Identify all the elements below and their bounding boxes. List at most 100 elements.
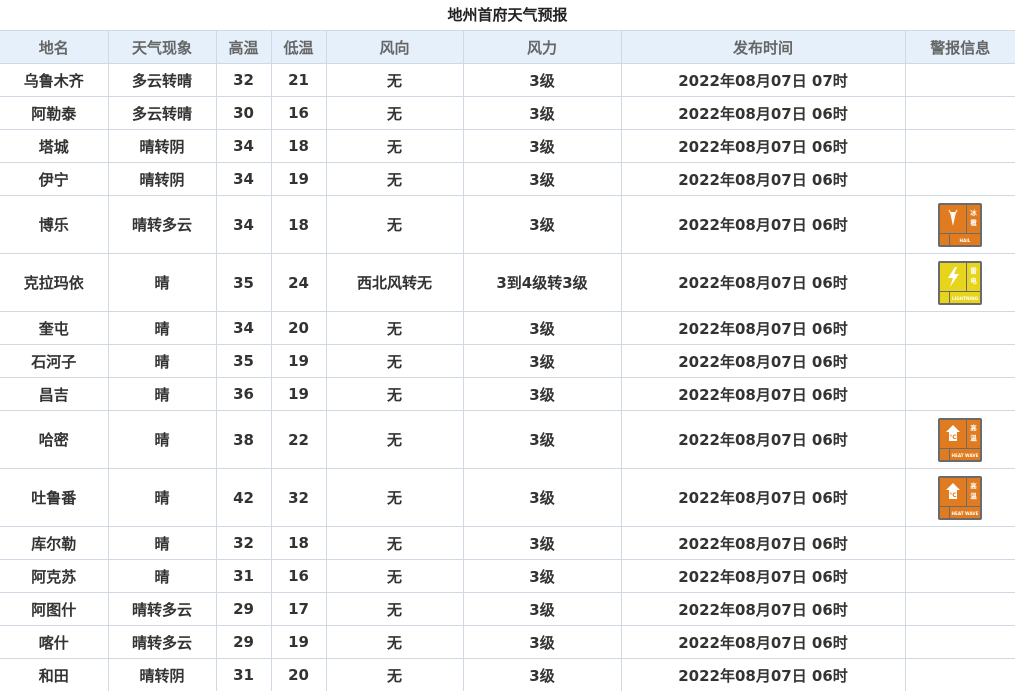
cell-alert (905, 659, 1015, 691)
cell-wind-force: 3级 (463, 411, 621, 469)
cell-wind-direction: 无 (326, 527, 463, 560)
cell-place: 奎屯 (0, 312, 108, 345)
heat-warning-icon[interactable]: °C高温HEAT WAVE (938, 418, 982, 462)
cell-alert: °C高温HEAT WAVE (905, 411, 1015, 469)
cell-alert (905, 626, 1015, 659)
table-row: 吐鲁番晴4232无3级2022年08月07日 06时°C高温HEAT WAVE (0, 469, 1015, 527)
cell-weather: 多云转晴 (108, 64, 216, 97)
cell-weather: 晴转多云 (108, 593, 216, 626)
cell-place: 哈密 (0, 411, 108, 469)
table-row: 石河子晴3519无3级2022年08月07日 06时 (0, 345, 1015, 378)
hail-warning-icon[interactable]: 冰雹HAIL (938, 203, 982, 247)
table-row: 阿克苏晴3116无3级2022年08月07日 06时 (0, 560, 1015, 593)
cell-weather: 晴 (108, 411, 216, 469)
cell-weather: 晴 (108, 345, 216, 378)
cell-publish-time: 2022年08月07日 06时 (621, 593, 905, 626)
column-header-alert: 警报信息 (905, 31, 1015, 64)
svg-text:雹: 雹 (971, 218, 978, 227)
cell-high-temp: 30 (216, 97, 271, 130)
table-row: 克拉玛依晴3524西北风转无3到4级转3级2022年08月07日 06时雷电LI… (0, 254, 1015, 312)
cell-low-temp: 20 (271, 312, 326, 345)
cell-place: 昌吉 (0, 378, 108, 411)
cell-high-temp: 34 (216, 163, 271, 196)
cell-place: 阿勒泰 (0, 97, 108, 130)
cell-low-temp: 18 (271, 527, 326, 560)
cell-high-temp: 32 (216, 64, 271, 97)
cell-weather: 晴 (108, 527, 216, 560)
table-row: 伊宁晴转阴3419无3级2022年08月07日 06时 (0, 163, 1015, 196)
table-row: 阿图什晴转多云2917无3级2022年08月07日 06时 (0, 593, 1015, 626)
cell-wind-direction: 无 (326, 345, 463, 378)
cell-publish-time: 2022年08月07日 07时 (621, 64, 905, 97)
cell-place: 喀什 (0, 626, 108, 659)
cell-weather: 多云转晴 (108, 97, 216, 130)
cell-alert: 冰雹HAIL (905, 196, 1015, 254)
svg-text:电: 电 (971, 276, 978, 285)
svg-text:温: 温 (971, 433, 978, 442)
forecast-table: 地名 天气现象 高温 低温 风向 风力 发布时间 警报信息 乌鲁木齐多云转晴32… (0, 30, 1015, 691)
cell-weather: 晴 (108, 560, 216, 593)
cell-publish-time: 2022年08月07日 06时 (621, 130, 905, 163)
cell-weather: 晴 (108, 469, 216, 527)
cell-weather: 晴转阴 (108, 130, 216, 163)
cell-wind-force: 3级 (463, 560, 621, 593)
cell-wind-direction: 无 (326, 130, 463, 163)
cell-high-temp: 42 (216, 469, 271, 527)
cell-alert (905, 64, 1015, 97)
cell-wind-direction: 西北风转无 (326, 254, 463, 312)
cell-wind-force: 3级 (463, 163, 621, 196)
cell-low-temp: 32 (271, 469, 326, 527)
cell-alert: 雷电LIGHTNING (905, 254, 1015, 312)
cell-wind-force: 3级 (463, 593, 621, 626)
cell-high-temp: 34 (216, 196, 271, 254)
cell-place: 伊宁 (0, 163, 108, 196)
thunder-warning-icon[interactable]: 雷电LIGHTNING (938, 261, 982, 305)
cell-publish-time: 2022年08月07日 06时 (621, 196, 905, 254)
cell-low-temp: 18 (271, 196, 326, 254)
cell-low-temp: 19 (271, 345, 326, 378)
alert-label-bottom: HAIL (960, 238, 971, 243)
table-row: 阿勒泰多云转晴3016无3级2022年08月07日 06时 (0, 97, 1015, 130)
table-row: 和田晴转阴3120无3级2022年08月07日 06时 (0, 659, 1015, 691)
cell-place: 吐鲁番 (0, 469, 108, 527)
cell-publish-time: 2022年08月07日 06时 (621, 254, 905, 312)
cell-wind-force: 3级 (463, 659, 621, 691)
cell-high-temp: 32 (216, 527, 271, 560)
cell-place: 博乐 (0, 196, 108, 254)
cell-wind-direction: 无 (326, 659, 463, 691)
cell-alert (905, 560, 1015, 593)
cell-low-temp: 19 (271, 163, 326, 196)
cell-wind-direction: 无 (326, 312, 463, 345)
cell-wind-force: 3级 (463, 97, 621, 130)
cell-wind-force: 3级 (463, 64, 621, 97)
cell-alert (905, 312, 1015, 345)
cell-weather: 晴 (108, 312, 216, 345)
cell-low-temp: 21 (271, 64, 326, 97)
cell-alert (905, 527, 1015, 560)
cell-low-temp: 16 (271, 97, 326, 130)
thunder-warning-icon-graphic: 雷电LIGHTNING (938, 261, 982, 305)
column-header-low: 低温 (271, 31, 326, 64)
cell-publish-time: 2022年08月07日 06时 (621, 527, 905, 560)
table-row: 乌鲁木齐多云转晴3221无3级2022年08月07日 07时 (0, 64, 1015, 97)
table-row: 哈密晴3822无3级2022年08月07日 06时°C高温HEAT WAVE (0, 411, 1015, 469)
cell-wind-direction: 无 (326, 469, 463, 527)
cell-weather: 晴 (108, 378, 216, 411)
cell-place: 乌鲁木齐 (0, 64, 108, 97)
cell-wind-direction: 无 (326, 97, 463, 130)
cell-low-temp: 19 (271, 378, 326, 411)
table-row: 博乐晴转多云3418无3级2022年08月07日 06时冰雹HAIL (0, 196, 1015, 254)
cell-wind-force: 3级 (463, 196, 621, 254)
cell-alert: °C高温HEAT WAVE (905, 469, 1015, 527)
heat-warning-icon[interactable]: °C高温HEAT WAVE (938, 476, 982, 520)
svg-text:°C: °C (950, 434, 958, 441)
cell-low-temp: 20 (271, 659, 326, 691)
alert-label-top: 高 (971, 481, 978, 490)
cell-high-temp: 35 (216, 254, 271, 312)
cell-wind-force: 3级 (463, 312, 621, 345)
cell-low-temp: 24 (271, 254, 326, 312)
cell-low-temp: 19 (271, 626, 326, 659)
cell-publish-time: 2022年08月07日 06时 (621, 469, 905, 527)
cell-high-temp: 34 (216, 130, 271, 163)
cell-publish-time: 2022年08月07日 06时 (621, 345, 905, 378)
